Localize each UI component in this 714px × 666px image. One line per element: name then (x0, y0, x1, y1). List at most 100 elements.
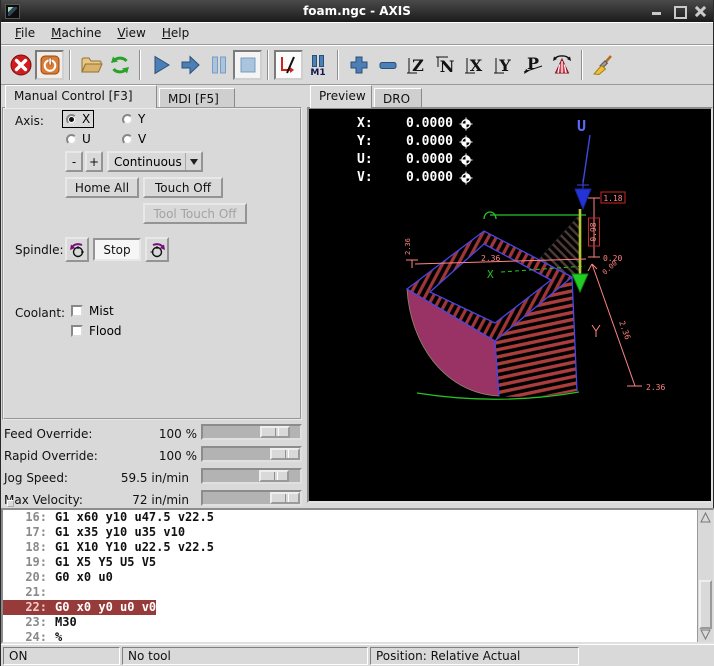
gcode-line-active[interactable]: 22:G0 x0 y0 u0 v0 (3, 600, 713, 615)
axis-radio-u[interactable]: U (63, 131, 94, 147)
machine-state-cell: ON (3, 647, 120, 665)
feed-override-value: 100 % (121, 427, 197, 441)
axis-radio-y[interactable]: Y (119, 111, 148, 127)
skip-lines-icon (277, 53, 301, 77)
slider-handle[interactable] (260, 426, 290, 438)
spindle-stop-button[interactable]: Stop (93, 238, 141, 261)
view-x-button[interactable]: X (460, 50, 489, 80)
slider-handle[interactable] (270, 492, 300, 504)
preview-canvas[interactable]: X:0.0000 Y:0.0000 U:0.0000 V:0.0000 (307, 107, 713, 503)
jog-minus-button[interactable]: - (65, 151, 83, 172)
rapid-override-slider[interactable] (201, 446, 302, 462)
pane-sash-grip[interactable] (7, 500, 14, 507)
close-button[interactable] (695, 5, 707, 17)
toolbar-separator (581, 50, 583, 80)
gcode-line[interactable]: 16:G1 x60 y10 u47.5 v22.5 (3, 510, 713, 525)
view-y-button[interactable]: Y (489, 50, 518, 80)
gcode-line[interactable]: 23:M30 (3, 615, 713, 630)
jog-mode-value: Continuous (109, 155, 185, 169)
maximize-button[interactable] (673, 5, 685, 17)
spindle-cw-icon (148, 241, 166, 259)
tab-manual-control[interactable]: Manual Control [F3] (5, 85, 157, 108)
gcode-line[interactable]: 21: (3, 585, 713, 600)
spindle-label: Spindle: (15, 243, 64, 257)
reload-icon (108, 53, 132, 77)
window-title: foam.ngc - AXIS (1, 4, 713, 18)
menu-file[interactable]: File (7, 23, 43, 43)
tab-dro[interactable]: DRO (374, 88, 422, 108)
scroll-down-icon[interactable] (699, 628, 712, 641)
tool-axis-label: U (577, 117, 586, 135)
rapid-override-label: Rapid Override: (4, 449, 98, 463)
menu-machine[interactable]: Machine (43, 23, 109, 43)
view-z-rotated-button[interactable]: N (431, 50, 460, 80)
svg-text:2.36: 2.36 (646, 383, 665, 392)
axis-window: foam.ngc - AXIS File Machine View Help (0, 0, 714, 666)
slider-handle[interactable] (270, 448, 300, 460)
axis-radio-v[interactable]: V (119, 131, 149, 147)
toolbar-separator (139, 50, 141, 80)
tool-touch-off-button[interactable]: Tool Touch Off (143, 203, 247, 224)
rapid-override-value: 100 % (121, 449, 197, 463)
menu-help[interactable]: Help (154, 23, 197, 43)
zoom-in-button[interactable] (344, 50, 373, 80)
gcode-line[interactable]: 17:G1 x35 y10 u35 v10 (3, 525, 713, 540)
zoom-out-button[interactable] (373, 50, 402, 80)
max-velocity-slider[interactable] (201, 490, 302, 506)
svg-text:1.18: 1.18 (603, 194, 622, 203)
spindle-cw-button[interactable] (145, 237, 169, 262)
tool-cone-icon (575, 189, 591, 209)
gcode-listing[interactable]: 16:G1 x60 y10 u47.5 v22.5 17:G1 x35 y10 … (1, 508, 714, 644)
reload-button[interactable] (105, 50, 134, 80)
tab-preview[interactable]: Preview (310, 85, 372, 108)
jog-mode-combobox[interactable]: Continuous (107, 151, 203, 172)
axis-radio-x[interactable]: X (63, 111, 93, 127)
flood-checkbox[interactable]: Flood (71, 324, 122, 338)
rotate-view-button[interactable] (547, 50, 576, 80)
scrollbar-thumb[interactable] (699, 580, 712, 629)
menu-view[interactable]: View (109, 23, 153, 43)
scroll-up-icon[interactable] (699, 511, 712, 524)
view-perspective-icon: P (521, 53, 545, 77)
touch-off-button[interactable]: Touch Off (143, 177, 223, 198)
view-z-rotated-icon: N (434, 53, 458, 77)
tool-info-cell: No tool (122, 647, 368, 665)
gcode-line[interactable]: 20:G0 x0 u0 (3, 570, 713, 585)
view-z-button[interactable]: Z (402, 50, 431, 80)
toolbar-separator (69, 50, 71, 80)
pause-icon (207, 53, 231, 77)
jog-speed-slider[interactable] (201, 468, 302, 484)
chevron-down-icon[interactable] (185, 153, 201, 170)
titlebar[interactable]: foam.ngc - AXIS (1, 0, 713, 22)
stop-button[interactable] (233, 50, 262, 80)
home-all-button[interactable]: Home All (65, 177, 139, 198)
slider-handle[interactable] (259, 470, 289, 482)
gcode-line[interactable]: 24:% (3, 630, 713, 644)
max-velocity-value: 72 in/min (101, 493, 189, 507)
view-perspective-button[interactable]: P (518, 50, 547, 80)
gcode-line[interactable]: 18:G1 X10 Y10 u22.5 v22.5 (3, 540, 713, 555)
x-axis-label: X (487, 268, 494, 281)
machine-power-button[interactable] (35, 50, 64, 80)
estop-button[interactable] (6, 50, 35, 80)
gcode-scrollbar[interactable] (697, 510, 713, 642)
stop-icon (236, 53, 260, 77)
svg-text:N: N (439, 57, 454, 76)
optional-pause-button[interactable]: M1 (303, 50, 332, 80)
radio-dot (66, 114, 77, 125)
open-file-button[interactable] (76, 50, 105, 80)
estop-icon (9, 53, 33, 77)
jog-plus-button[interactable]: + (85, 151, 103, 172)
mist-checkbox[interactable]: Mist (71, 304, 114, 318)
tab-mdi[interactable]: MDI [F5] (159, 88, 235, 108)
skip-lines-button[interactable] (274, 50, 303, 80)
step-button[interactable] (175, 50, 204, 80)
spindle-ccw-button[interactable] (65, 237, 89, 262)
clear-plot-button[interactable] (588, 50, 617, 80)
feed-override-slider[interactable] (201, 424, 302, 440)
power-icon (39, 54, 61, 76)
gcode-line[interactable]: 19:G1 X5 Y5 U5 V5 (3, 555, 713, 570)
run-button[interactable] (146, 50, 175, 80)
minimize-button[interactable] (651, 5, 663, 17)
pause-button[interactable] (204, 50, 233, 80)
